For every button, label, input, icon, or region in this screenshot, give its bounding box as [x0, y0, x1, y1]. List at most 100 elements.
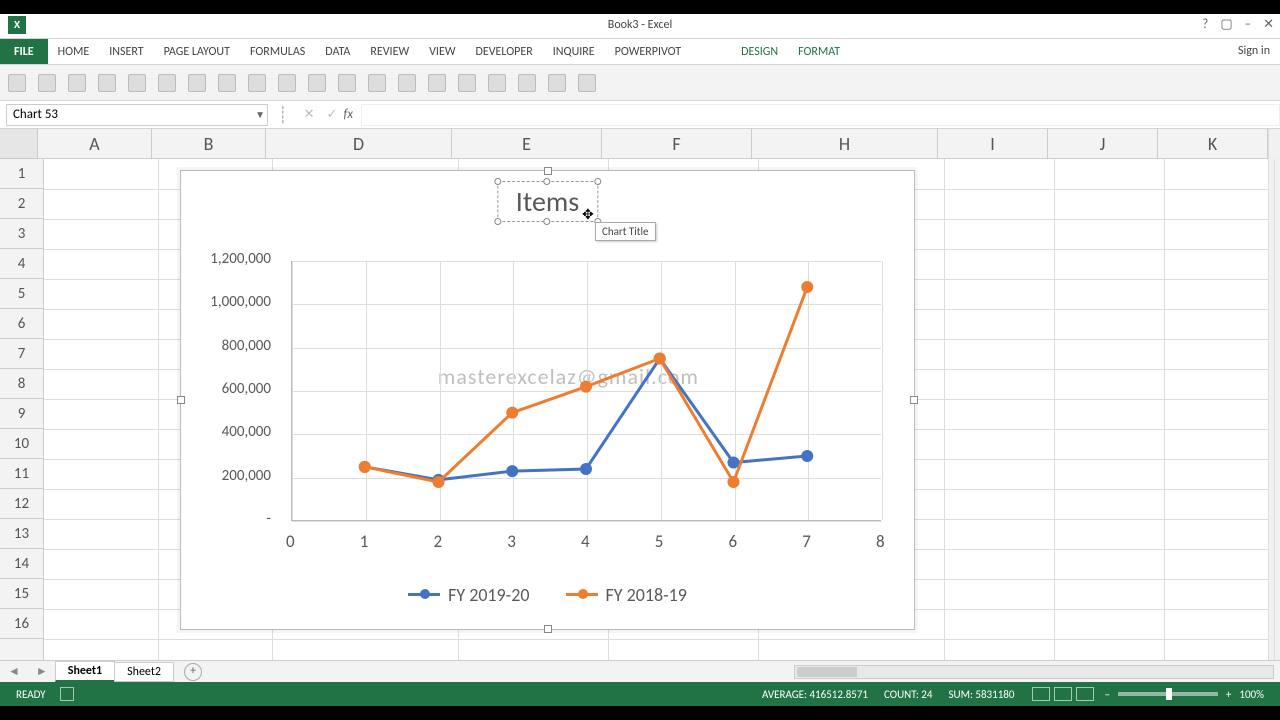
row-header[interactable]: 16: [0, 609, 43, 639]
column-header[interactable]: A: [38, 129, 152, 158]
tab-inquire[interactable]: INQUIRE: [543, 39, 605, 64]
sheet-tab-sheet1[interactable]: Sheet1: [55, 661, 115, 682]
column-header[interactable]: F: [602, 129, 752, 158]
qat-icon[interactable]: [548, 74, 566, 92]
row-header[interactable]: 10: [0, 429, 43, 459]
column-header[interactable]: B: [152, 129, 266, 158]
selection-handle[interactable]: [543, 218, 550, 225]
column-header[interactable]: E: [452, 129, 602, 158]
sign-in-link[interactable]: Sign in: [1238, 44, 1270, 58]
restore-button[interactable]: ▢: [1220, 17, 1232, 32]
view-page-layout-icon[interactable]: [1054, 687, 1072, 701]
column-header[interactable]: K: [1158, 129, 1268, 158]
view-normal-icon[interactable]: [1032, 687, 1050, 701]
x-tick-label: 7: [802, 531, 811, 552]
tab-format[interactable]: FORMAT: [788, 39, 850, 64]
tab-home[interactable]: HOME: [48, 39, 100, 64]
qat-icon[interactable]: [8, 74, 26, 92]
status-ready: READY: [16, 688, 46, 701]
tab-insert[interactable]: INSERT: [99, 39, 153, 64]
minimize-button[interactable]: –: [1245, 17, 1251, 32]
horizontal-scrollbar[interactable]: [794, 665, 1274, 679]
qat-icon[interactable]: [338, 74, 356, 92]
qat-icon[interactable]: [458, 74, 476, 92]
row-header[interactable]: 7: [0, 339, 43, 369]
qat-icon[interactable]: [68, 74, 86, 92]
qat-icon[interactable]: [398, 74, 416, 92]
zoom-level[interactable]: 100%: [1239, 688, 1264, 701]
row-header[interactable]: 6: [0, 309, 43, 339]
letterbox-top: [0, 0, 1280, 14]
tab-page-layout[interactable]: PAGE LAYOUT: [154, 39, 240, 64]
qat-icon[interactable]: [368, 74, 386, 92]
legend-entry-fy2018-19[interactable]: FY 2018-19: [566, 584, 687, 606]
tab-formulas[interactable]: FORMULAS: [240, 39, 315, 64]
row-header[interactable]: 4: [0, 249, 43, 279]
selection-handle[interactable]: [494, 218, 501, 225]
row-header[interactable]: 9: [0, 399, 43, 429]
chart-legend[interactable]: FY 2019-20 FY 2018-19: [181, 579, 914, 606]
qat-icon[interactable]: [128, 74, 146, 92]
qat-icon[interactable]: [308, 74, 326, 92]
zoom-slider[interactable]: [1118, 692, 1218, 696]
row-header[interactable]: 14: [0, 549, 43, 579]
qat-icon[interactable]: [38, 74, 56, 92]
row-header[interactable]: 13: [0, 519, 43, 549]
column-header[interactable]: D: [266, 129, 452, 158]
zoom-in-button[interactable]: +: [1226, 688, 1231, 701]
new-sheet-button[interactable]: +: [184, 663, 202, 681]
tab-powerpivot[interactable]: POWERPIVOT: [605, 39, 691, 64]
close-button[interactable]: ✕: [1263, 17, 1274, 32]
row-header[interactable]: 11: [0, 459, 43, 489]
tab-nav-next-icon[interactable]: ►: [28, 664, 56, 679]
qat-icon[interactable]: [578, 74, 596, 92]
qat-icon[interactable]: [278, 74, 296, 92]
tab-data[interactable]: DATA: [315, 39, 360, 64]
row-header[interactable]: 1: [0, 159, 43, 189]
selection-handle[interactable]: [543, 178, 550, 185]
row-header[interactable]: 5: [0, 279, 43, 309]
tab-developer[interactable]: DEVELOPER: [466, 39, 543, 64]
row-header[interactable]: 3: [0, 219, 43, 249]
qat-icon[interactable]: [218, 74, 236, 92]
tab-view[interactable]: VIEW: [419, 39, 465, 64]
column-header[interactable]: J: [1048, 129, 1158, 158]
macro-record-icon[interactable]: [60, 687, 74, 701]
resize-handle[interactable]: [544, 167, 552, 175]
qat-icon[interactable]: [188, 74, 206, 92]
workbook-title: Book3 - Excel: [608, 18, 672, 32]
cancel-icon[interactable]: ✕: [304, 107, 315, 122]
tab-nav-prev-icon[interactable]: ◄: [0, 664, 28, 679]
tab-design[interactable]: DESIGN: [731, 39, 788, 64]
zoom-out-button[interactable]: –: [1104, 688, 1109, 701]
formula-input[interactable]: [361, 104, 1280, 126]
tab-review[interactable]: REVIEW: [360, 39, 419, 64]
row-header[interactable]: 2: [0, 189, 43, 219]
view-page-break-icon[interactable]: [1076, 687, 1094, 701]
tab-file[interactable]: FILE: [0, 39, 48, 64]
help-button[interactable]: ?: [1202, 17, 1208, 32]
name-box[interactable]: Chart 53▼: [6, 104, 268, 126]
sheet-tab-sheet2[interactable]: Sheet2: [114, 662, 174, 682]
column-header[interactable]: H: [752, 129, 938, 158]
chevron-down-icon[interactable]: ▼: [255, 108, 265, 121]
resize-handle[interactable]: [910, 396, 918, 404]
qat-icon[interactable]: [518, 74, 536, 92]
embedded-chart[interactable]: Items masterexcelaz@gmail.com FY 2019-20…: [180, 170, 915, 630]
qat-icon[interactable]: [248, 74, 266, 92]
enter-icon[interactable]: ✓: [327, 107, 338, 122]
resize-handle[interactable]: [544, 625, 552, 633]
qat-icon[interactable]: [158, 74, 176, 92]
select-all-triangle[interactable]: [0, 129, 38, 158]
legend-entry-fy2019-20[interactable]: FY 2019-20: [408, 584, 529, 606]
fx-icon[interactable]: fx: [343, 107, 361, 122]
row-header[interactable]: 15: [0, 579, 43, 609]
row-header[interactable]: 12: [0, 489, 43, 519]
row-header[interactable]: 8: [0, 369, 43, 399]
selection-handle[interactable]: [494, 178, 501, 185]
qat-icon[interactable]: [428, 74, 446, 92]
qat-icon[interactable]: [488, 74, 506, 92]
qat-icon[interactable]: [98, 74, 116, 92]
selection-handle[interactable]: [594, 178, 601, 185]
column-header[interactable]: I: [938, 129, 1048, 158]
